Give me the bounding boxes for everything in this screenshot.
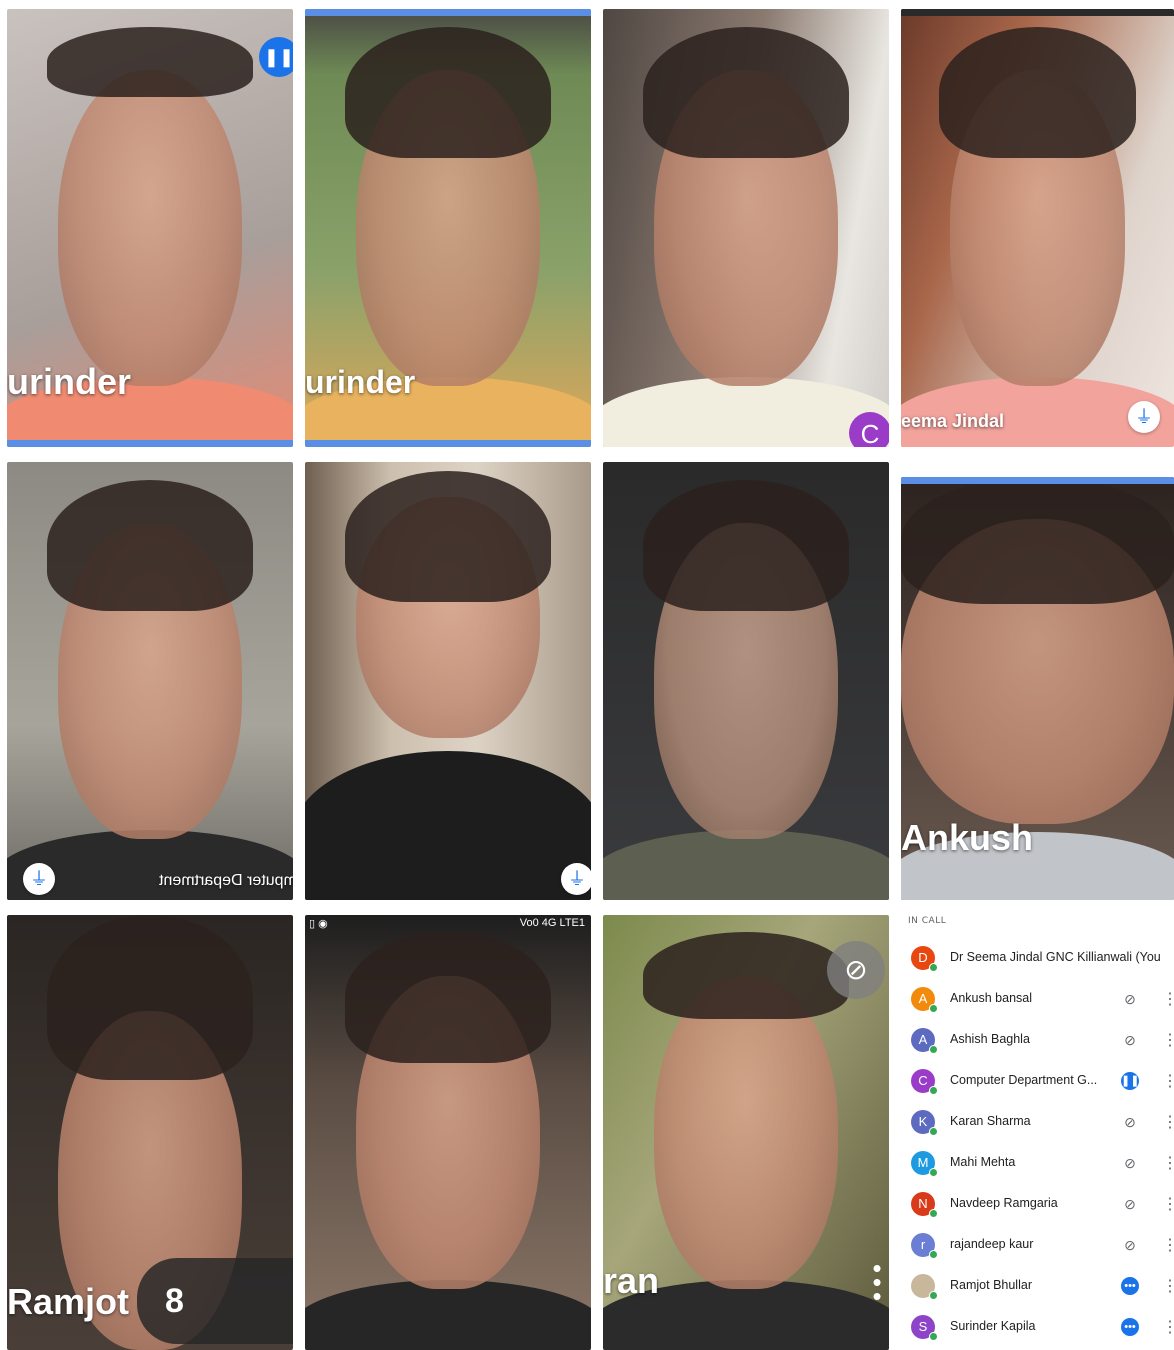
speaking-indicator-icon: ••• xyxy=(1121,1277,1139,1295)
active-speaker-bar xyxy=(305,9,591,16)
shirt xyxy=(603,829,889,900)
online-status-dot xyxy=(929,1209,938,1218)
phone-status-bar: ▯ ◉ Vo0 4G LTE1 xyxy=(305,915,591,933)
more-options-icon[interactable]: ⋮ xyxy=(1162,1276,1174,1296)
active-speaker-bar xyxy=(901,9,1174,16)
participant-name: mputer Department xyxy=(159,872,293,889)
more-options-icon[interactable]: ⋮ xyxy=(1162,1030,1174,1050)
online-status-dot xyxy=(929,963,938,972)
video-tile-4[interactable]: eema Jindal ⏚ xyxy=(901,9,1174,447)
participant-name: urinder xyxy=(305,364,416,400)
mic-off-icon: ⊘ xyxy=(1124,1155,1136,1171)
participant-row[interactable]: M Mahi Mehta ⊘ ⋮ xyxy=(900,1144,1174,1185)
active-speaker-bar xyxy=(305,440,591,447)
hair xyxy=(901,477,1174,604)
video-tile-2[interactable]: urinder xyxy=(305,9,591,447)
online-status-dot xyxy=(929,1332,938,1341)
face xyxy=(58,70,242,386)
pin-icon[interactable]: ⏚ xyxy=(23,863,55,895)
more-options-icon[interactable]: ⋮ xyxy=(1162,1153,1174,1173)
more-options-icon[interactable]: ⋮ xyxy=(1162,1112,1174,1132)
online-status-dot xyxy=(929,1045,938,1054)
video-tile-7[interactable] xyxy=(603,462,889,900)
online-status-dot xyxy=(929,1127,938,1136)
active-speaker-bar xyxy=(901,477,1174,484)
more-options-icon[interactable]: • • • xyxy=(871,1255,883,1309)
participant-row[interactable]: S Surinder Kapila ••• ⋮ xyxy=(900,1308,1174,1349)
shirt xyxy=(305,1280,591,1350)
participant-row[interactable]: r rajandeep kaur ⊘ ⋮ xyxy=(900,1226,1174,1267)
hair xyxy=(47,915,253,1081)
participant-name: urinder xyxy=(7,361,132,402)
participant-row[interactable]: N Navdeep Ramgaria ⊘ ⋮ xyxy=(900,1185,1174,1226)
hair xyxy=(643,932,849,1020)
more-options-icon[interactable]: ⋮ xyxy=(1162,1071,1174,1091)
others-count-badge[interactable]: 8 others xyxy=(137,1258,293,1344)
participant-row[interactable]: D Dr Seema Jindal GNC Killianwali (You) xyxy=(900,939,1174,980)
participant-name: eema Jindal xyxy=(901,411,1005,431)
participant-row[interactable]: A Ashish Baghla ⊘ ⋮ xyxy=(900,1021,1174,1062)
hair xyxy=(345,26,551,158)
participant-name: Ramjot xyxy=(7,1281,130,1322)
face xyxy=(654,975,838,1290)
video-tile-5[interactable]: ⏚ mputer Department xyxy=(7,462,293,900)
shirt xyxy=(603,376,889,447)
phone-status-icons: ▯ ◉ xyxy=(309,918,328,930)
more-options-icon[interactable]: ⋮ xyxy=(1162,989,1174,1009)
participant-name: ran xyxy=(603,1260,660,1301)
participant-row[interactable]: K Karan Sharma ⊘ ⋮ xyxy=(900,1103,1174,1144)
speaking-indicator-icon: ••• xyxy=(1121,1318,1139,1336)
video-tile-3[interactable]: C xyxy=(603,9,889,447)
panel-heading: IN CALL xyxy=(908,916,947,926)
speaking-indicator-icon: ❚❚ xyxy=(1121,1072,1139,1090)
hair xyxy=(345,932,551,1063)
mic-off-icon[interactable]: ⊘ xyxy=(827,941,885,999)
mic-off-icon: ⊘ xyxy=(1124,1114,1136,1130)
participant-row[interactable]: A Ankush bansal ⊘ ⋮ xyxy=(900,980,1174,1021)
network-status: Vo0 4G LTE1 xyxy=(519,917,585,929)
hair xyxy=(939,26,1136,158)
hair xyxy=(345,470,551,603)
pin-icon[interactable]: ⏚ xyxy=(1128,401,1160,433)
hair xyxy=(47,479,253,611)
more-options-icon[interactable]: ⋮ xyxy=(1162,1235,1174,1255)
online-status-dot xyxy=(929,1168,938,1177)
hair xyxy=(643,479,849,611)
video-tile-9[interactable]: Ramjot 8 others xyxy=(7,915,293,1350)
shirt xyxy=(305,751,591,900)
participants-panel: IN CALL D Dr Seema Jindal GNC Killianwali… xyxy=(900,908,1174,1350)
more-options-icon[interactable]: ⋮ xyxy=(1162,1317,1174,1337)
more-options-icon[interactable]: ⋮ xyxy=(1162,1194,1174,1214)
participant-avatar: C xyxy=(849,412,889,447)
online-status-dot xyxy=(929,1250,938,1259)
mic-off-icon: ⊘ xyxy=(1124,1196,1136,1212)
video-tile-8[interactable]: Ankush xyxy=(901,477,1174,900)
mic-off-icon: ⊘ xyxy=(1124,1237,1136,1253)
mic-off-icon: ⊘ xyxy=(1124,991,1136,1007)
speaking-indicator-icon: ❚❚ xyxy=(259,37,293,77)
online-status-dot xyxy=(929,1291,938,1300)
hair xyxy=(47,26,253,97)
participant-name: Ankush xyxy=(901,817,1034,858)
video-tile-1[interactable]: ❚❚ urinder xyxy=(7,9,293,447)
online-status-dot xyxy=(929,1086,938,1095)
participant-name: Dr Seema Jindal GNC Killianwali (You) xyxy=(950,950,1160,964)
participant-row[interactable]: C Computer Department G... ❚❚ ⋮ xyxy=(900,1062,1174,1103)
active-speaker-bar xyxy=(7,440,293,447)
video-tile-10[interactable]: ▯ ◉ Vo0 4G LTE1 xyxy=(305,915,591,1350)
video-tile-6[interactable]: ⏚ xyxy=(305,462,591,900)
mic-off-icon: ⊘ xyxy=(1124,1032,1136,1048)
participant-row[interactable]: Ramjot Bhullar ••• ⋮ xyxy=(900,1267,1174,1308)
pin-icon[interactable]: ⏚ xyxy=(561,863,591,895)
online-status-dot xyxy=(929,1004,938,1013)
video-tile-11[interactable]: ⊘ ran • • • xyxy=(603,915,889,1350)
hair xyxy=(643,26,849,158)
